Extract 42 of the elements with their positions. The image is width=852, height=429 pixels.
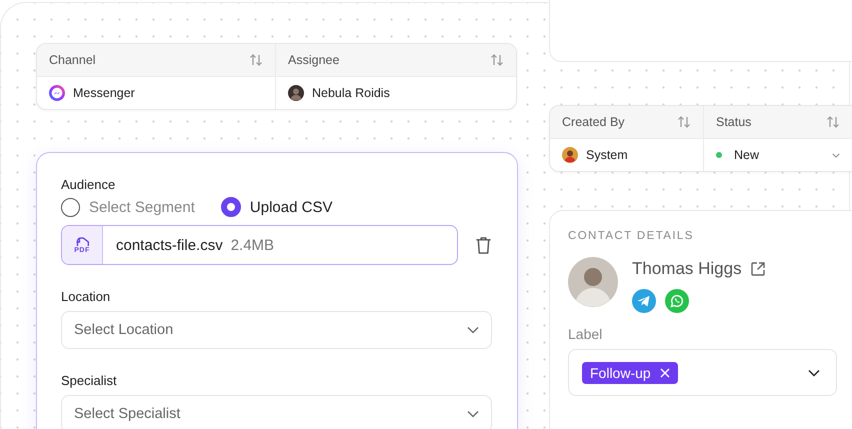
field-label: Label	[568, 326, 604, 342]
contact-name: Thomas Higgs	[632, 259, 742, 279]
avatar-icon	[288, 85, 304, 101]
whatsapp-icon[interactable]	[665, 289, 689, 313]
telegram-icon[interactable]	[632, 289, 656, 313]
sort-icon[interactable]	[677, 115, 691, 129]
chevron-down-icon	[467, 326, 479, 334]
chevron-down-icon	[808, 368, 820, 376]
file-name: contacts-file.csv	[116, 236, 223, 254]
label-select[interactable]: Follow-up	[568, 349, 837, 396]
trash-icon[interactable]	[475, 236, 492, 254]
table-cell: Nebula Roidis	[312, 86, 390, 100]
section-heading: CONTACT DETAILS	[568, 229, 695, 243]
avatar-icon	[568, 257, 618, 307]
pdf-file-icon	[76, 236, 88, 246]
radio-option[interactable]: Upload CSV	[220, 197, 332, 217]
sort-icon[interactable]	[826, 115, 840, 129]
radio-option[interactable]: Select Segment	[61, 197, 195, 217]
chevron-down-icon	[467, 410, 479, 418]
select-field[interactable]: Select Specialist	[61, 395, 492, 429]
table-cell: System	[586, 148, 628, 162]
table-cell: Messenger	[73, 86, 135, 100]
column-header[interactable]: Status	[704, 106, 852, 138]
column-header[interactable]: Created By	[550, 106, 704, 138]
column-header[interactable]: Channel	[37, 44, 276, 76]
chevron-down-icon[interactable]	[832, 152, 840, 158]
file-size: 2.4MB	[230, 236, 274, 254]
field-label: Location	[61, 289, 112, 305]
close-icon[interactable]	[660, 368, 670, 378]
sort-icon[interactable]	[249, 53, 263, 67]
radio-button[interactable]	[61, 198, 80, 216]
field-label: Specialist	[61, 373, 118, 389]
avatar-icon	[562, 147, 578, 163]
column-header[interactable]: Assignee	[276, 44, 516, 76]
radio-button[interactable]	[220, 197, 241, 217]
status-value: New	[734, 148, 760, 162]
messenger-icon	[49, 85, 65, 101]
field-label: Audience	[61, 177, 116, 193]
external-link-icon[interactable]	[750, 261, 766, 277]
sort-icon[interactable]	[490, 53, 504, 67]
select-field[interactable]: Select Location	[61, 311, 492, 349]
label-tag[interactable]: Follow-up	[582, 362, 678, 384]
